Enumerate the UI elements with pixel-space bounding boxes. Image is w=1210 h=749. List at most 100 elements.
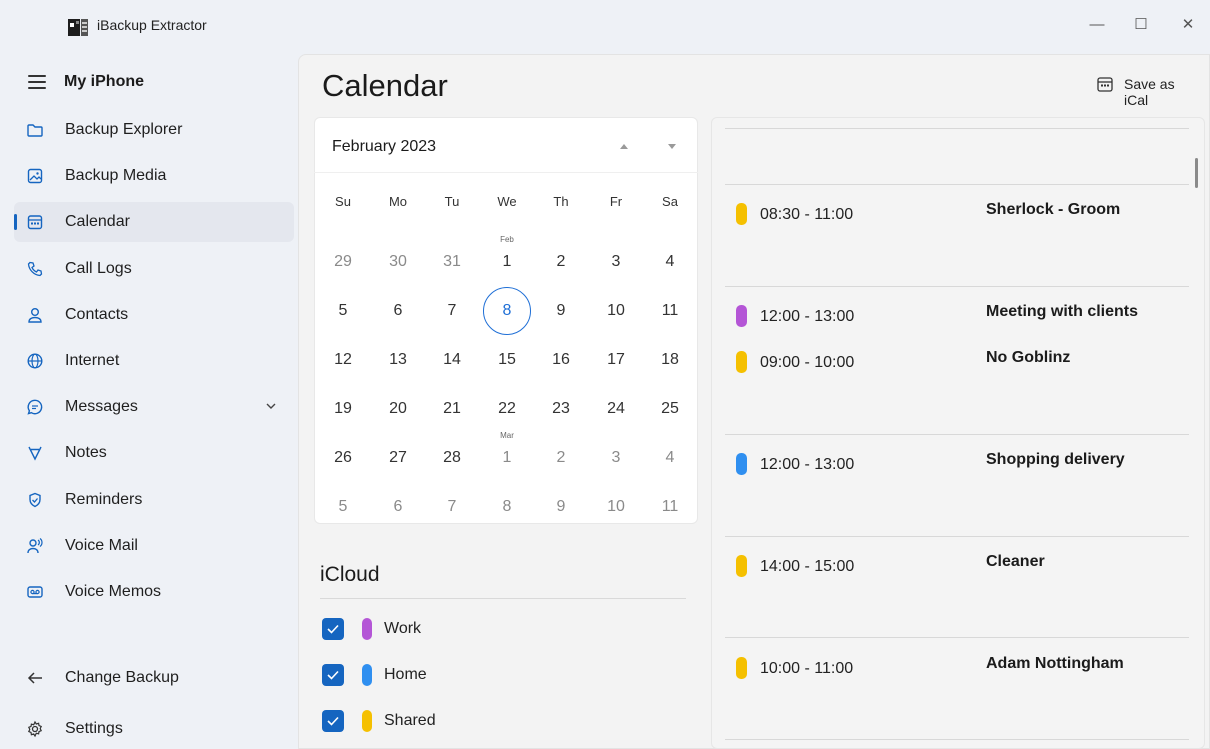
- calendar-day[interactable]: 17: [591, 335, 641, 385]
- person-icon: [28, 308, 42, 323]
- weekday-label: Sa: [662, 194, 678, 209]
- close-button[interactable]: ✕: [1176, 14, 1200, 36]
- calendar-day[interactable]: 10: [591, 286, 641, 336]
- sidebar-item-reminders[interactable]: Reminders: [14, 480, 294, 520]
- globe-icon: [27, 353, 43, 369]
- change-backup-button[interactable]: Change Backup: [14, 658, 294, 698]
- calendar-day[interactable]: 19: [318, 384, 368, 434]
- checkbox[interactable]: [322, 664, 344, 686]
- maximize-button[interactable]: ☐: [1129, 14, 1153, 36]
- chevron-down-icon[interactable]: [264, 399, 278, 413]
- calendar-color-swatch: [362, 664, 372, 686]
- page-title: Calendar: [322, 68, 448, 103]
- sidebar-item-calendar[interactable]: Calendar: [14, 202, 294, 242]
- save-as-ical-button[interactable]: Save as iCal: [1092, 72, 1200, 108]
- checkbox[interactable]: [322, 710, 344, 732]
- minimize-button[interactable]: —: [1085, 14, 1109, 36]
- day-number: 26: [334, 449, 352, 466]
- sidebar-item-contacts[interactable]: Contacts: [14, 295, 294, 335]
- next-month-arrow-icon[interactable]: [664, 139, 680, 153]
- event-time: 12:00 - 13:00: [760, 456, 855, 473]
- sidebar-item-backup-media[interactable]: Backup Media: [14, 156, 294, 196]
- calendar-day[interactable]: 12: [318, 335, 368, 385]
- calendar-day[interactable]: 7: [427, 482, 477, 532]
- sidebar-item-call-logs[interactable]: Call Logs: [14, 249, 294, 289]
- calendar-day[interactable]: 20: [373, 384, 423, 434]
- event-divider: [725, 286, 1189, 287]
- sidebar-item-backup-explorer[interactable]: Backup Explorer: [14, 110, 294, 150]
- event-item[interactable]: 12:00 - 13:00 Meeting with clients: [736, 303, 1196, 329]
- day-number: 30: [389, 253, 407, 270]
- sidebar-item-label: Messages: [65, 398, 138, 415]
- calendar-day[interactable]: 6: [373, 286, 423, 336]
- calendar-day[interactable]: 2: [536, 433, 586, 483]
- sidebar-item-notes[interactable]: Notes: [14, 433, 294, 473]
- calendar-day[interactable]: 11: [645, 482, 695, 532]
- calendar-day[interactable]: Feb 1: [482, 235, 532, 287]
- event-item[interactable]: 10:00 - 11:00 Adam Nottingham: [736, 655, 1196, 681]
- calendar-day[interactable]: 28: [427, 433, 477, 483]
- calendar-day[interactable]: 11: [645, 286, 695, 336]
- calendar-day[interactable]: 27: [373, 433, 423, 483]
- calendar-day[interactable]: 9: [536, 286, 586, 336]
- previous-month-arrow-icon[interactable]: [616, 139, 632, 153]
- event-item[interactable]: 09:00 - 10:00 No Goblinz: [736, 349, 1196, 375]
- calendar-day[interactable]: 16: [536, 335, 586, 385]
- sidebar-item-voice-mail[interactable]: Voice Mail: [14, 526, 294, 566]
- sidebar-item-messages[interactable]: Messages: [14, 387, 294, 427]
- day-number: 14: [443, 351, 461, 368]
- calendar-day[interactable]: 24: [591, 384, 641, 434]
- checkbox[interactable]: [322, 618, 344, 640]
- calendar-day[interactable]: 25: [645, 384, 695, 434]
- calendar-toggle-work[interactable]: Work: [320, 616, 620, 642]
- calendar-day[interactable]: 30: [373, 237, 423, 287]
- calendar-day[interactable]: 4: [645, 433, 695, 483]
- calendar-day[interactable]: 3: [591, 237, 641, 287]
- calendar-day[interactable]: 21: [427, 384, 477, 434]
- sidebar-item-internet[interactable]: Internet: [14, 341, 294, 381]
- calendar-day[interactable]: 6: [373, 482, 423, 532]
- image-icon: [27, 168, 43, 184]
- event-item[interactable]: 08:30 - 11:00 Sherlock - Groom: [736, 201, 1196, 227]
- hamburger-menu-icon[interactable]: [28, 75, 46, 89]
- check-icon: [327, 624, 339, 634]
- calendar-day[interactable]: 9: [536, 482, 586, 532]
- calendar-day[interactable]: 5: [318, 482, 368, 532]
- sidebar-item-voice-memos[interactable]: Voice Memos: [14, 572, 294, 612]
- calendar-day[interactable]: Mar 1: [482, 431, 532, 483]
- selection-indicator: [14, 214, 17, 230]
- calendar-day[interactable]: 18: [645, 335, 695, 385]
- calendar-day-today[interactable]: 8: [482, 286, 532, 336]
- day-number: 11: [661, 498, 679, 515]
- event-divider: [725, 434, 1189, 435]
- calendar-day[interactable]: 2: [536, 237, 586, 287]
- day-number: 6: [393, 498, 403, 515]
- calendar-day[interactable]: 10: [591, 482, 641, 532]
- day-number: 6: [393, 302, 403, 319]
- calendar-day[interactable]: 14: [427, 335, 477, 385]
- save-as-ical-label: Save as iCal: [1124, 76, 1175, 108]
- calendar-day[interactable]: 8: [482, 482, 532, 532]
- event-title: Adam Nottingham: [986, 655, 1124, 672]
- settings-button[interactable]: Settings: [14, 709, 294, 749]
- day-number: 28: [443, 449, 461, 466]
- event-item[interactable]: 12:00 - 13:00 Shopping delivery: [736, 451, 1196, 477]
- calendar-day[interactable]: 13: [373, 335, 423, 385]
- window-title: iBackup Extractor: [97, 17, 207, 33]
- calendar-day[interactable]: 22: [482, 384, 532, 434]
- events-scrollbar[interactable]: [1195, 158, 1198, 188]
- calendar-day[interactable]: 23: [536, 384, 586, 434]
- calendar-day[interactable]: 7: [427, 286, 477, 336]
- calendar-day[interactable]: 29: [318, 237, 368, 287]
- calendar-day[interactable]: 15: [482, 335, 532, 385]
- calendar-toggle-home[interactable]: Home: [320, 662, 620, 688]
- day-number: 18: [661, 351, 679, 368]
- event-item[interactable]: 14:00 - 15:00 Cleaner: [736, 553, 1196, 579]
- calendar-day[interactable]: 31: [427, 237, 477, 287]
- sidebar-item-label: Reminders: [65, 491, 143, 508]
- calendar-day[interactable]: 26: [318, 433, 368, 483]
- calendar-toggle-shared[interactable]: Shared: [320, 708, 620, 734]
- calendar-day[interactable]: 5: [318, 286, 368, 336]
- calendar-day[interactable]: 4: [645, 237, 695, 287]
- calendar-day[interactable]: 3: [591, 433, 641, 483]
